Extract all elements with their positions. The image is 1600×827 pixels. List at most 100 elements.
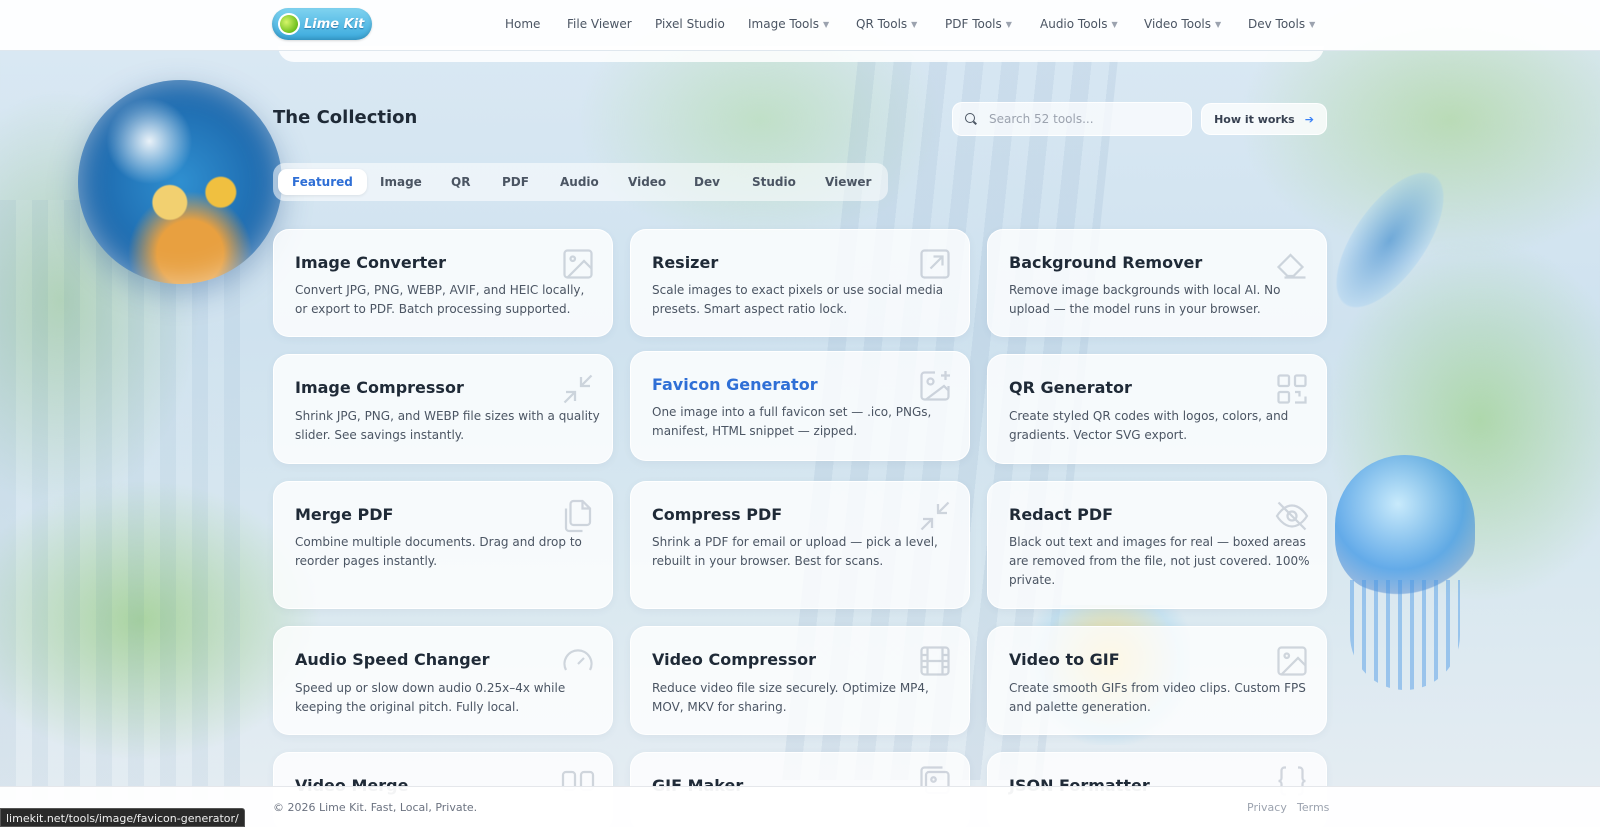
files-icon (560, 498, 596, 534)
tool-card-image-compressor[interactable]: Image Compressor Shrink JPG, PNG, and WE… (273, 354, 613, 464)
how-it-works-label: How it works (1214, 112, 1295, 126)
nav-item-label: Audio Tools (1040, 17, 1108, 31)
brand-logo[interactable]: Lime Kit (272, 8, 372, 40)
chevron-down-icon: ▼ (1215, 19, 1222, 29)
jellyfish-tentacles-illustration (1350, 580, 1460, 690)
nav-item-label: Pixel Studio (655, 17, 725, 31)
top-navbar: Lime Kit Home File Viewer Pixel Studio I… (0, 0, 1600, 51)
footer-link-terms[interactable]: Terms (1297, 801, 1329, 814)
chevron-down-icon: ▼ (1309, 19, 1316, 29)
card-description: Create smooth GIFs from video clips. Cus… (1009, 681, 1306, 714)
tab-dev[interactable]: Dev (680, 169, 734, 195)
nav-item-label: Image Tools (748, 17, 819, 31)
tab-qr[interactable]: QR (437, 169, 484, 195)
image-icon (1274, 643, 1310, 679)
card-description: One image into a full favicon set — .ico… (652, 405, 932, 438)
tab-viewer[interactable]: Viewer (811, 169, 885, 195)
image-plus-icon (917, 368, 953, 404)
tab-featured[interactable]: Featured (278, 169, 367, 195)
card-description: Speed up or slow down audio 0.25x–4x whi… (295, 681, 566, 714)
tab-studio[interactable]: Studio (738, 169, 810, 195)
lime-logo-icon (274, 9, 304, 39)
eraser-icon (1274, 246, 1310, 282)
arrow-right-icon: ➔ (1304, 112, 1314, 126)
nav-item-label: PDF Tools (945, 17, 1002, 31)
card-title: Image Compressor (295, 378, 464, 397)
card-description: Scale images to exact pixels or use soci… (652, 283, 944, 316)
tool-card-audio-speed-changer[interactable]: Audio Speed Changer Speed up or slow dow… (273, 626, 613, 735)
tool-card-compress-pdf[interactable]: Compress PDF Shrink a PDF for email or u… (630, 481, 970, 609)
tab-audio[interactable]: Audio (546, 169, 613, 195)
nav-item-video-tools[interactable]: Video Tools ▼ (1144, 17, 1221, 31)
nav-item-label: QR Tools (856, 17, 908, 31)
tool-card-qr-generator[interactable]: QR Generator Create styled QR codes with… (987, 354, 1327, 464)
nav-item-file-viewer[interactable]: File Viewer (567, 17, 632, 31)
gauge-icon (560, 643, 596, 679)
nav-item-qr-tools[interactable]: QR Tools ▼ (856, 17, 917, 31)
chevron-down-icon: ▼ (822, 19, 830, 29)
card-title: Merge PDF (295, 505, 394, 524)
tab-image[interactable]: Image (366, 169, 436, 195)
card-description: Shrink JPG, PNG, and WEBP file sizes wit… (295, 409, 600, 442)
nav-item-image-tools[interactable]: Image Tools ▼ (748, 17, 829, 31)
nav-item-audio-tools[interactable]: Audio Tools ▼ (1040, 17, 1118, 31)
card-title: Video to GIF (1009, 650, 1120, 669)
chevron-down-icon: ▼ (1005, 19, 1012, 29)
nav-item-pixel-studio[interactable]: Pixel Studio (655, 17, 725, 31)
tool-card-redact-pdf[interactable]: Redact PDF Black out text and images for… (987, 481, 1327, 609)
brand-logo-text: Lime Kit (304, 16, 365, 32)
nav-item-label: Dev Tools (1248, 17, 1306, 31)
nav-item-label: Video Tools (1144, 17, 1211, 31)
card-title: Favicon Generator (652, 375, 818, 394)
chevron-down-icon: ▼ (1111, 19, 1118, 29)
image-icon (560, 246, 596, 282)
card-title: Compress PDF (652, 505, 783, 524)
card-title: QR Generator (1009, 378, 1132, 397)
footer-copyright: © 2026 Lime Kit. Fast, Local, Private. (273, 801, 478, 814)
card-title: Audio Speed Changer (295, 650, 490, 669)
background-building-left (0, 200, 240, 800)
card-description: Black out text and images for real — box… (1009, 535, 1310, 587)
card-description: Remove image backgrounds with local AI. … (1009, 283, 1281, 316)
minimize-icon (560, 371, 596, 407)
tool-card-favicon-generator[interactable]: Favicon Generator One image into a full … (630, 351, 970, 461)
chevron-down-icon: ▼ (911, 19, 918, 29)
card-title: Resizer (652, 253, 719, 272)
eye-off-icon (1274, 498, 1310, 534)
tool-card-background-remover[interactable]: Background Remover Remove image backgrou… (987, 229, 1327, 337)
tab-video[interactable]: Video (614, 169, 680, 195)
tool-card-video-compressor[interactable]: Video Compressor Reduce video file size … (630, 626, 970, 735)
nav-item-label: Home (505, 17, 541, 31)
nav-item-dev-tools[interactable]: Dev Tools ▼ (1248, 17, 1315, 31)
how-it-works-button[interactable]: How it works ➔ (1201, 103, 1327, 135)
tool-card-video-to-gif[interactable]: Video to GIF Create smooth GIFs from vid… (987, 626, 1327, 735)
aquarium-orb-illustration (78, 80, 282, 284)
resize-icon (917, 246, 953, 282)
card-title: Background Remover (1009, 253, 1203, 272)
card-title: Redact PDF (1009, 505, 1114, 524)
jellyfish-illustration (1335, 455, 1475, 595)
search-icon (965, 113, 977, 125)
nav-item-pdf-tools[interactable]: PDF Tools ▼ (945, 17, 1012, 31)
film-icon (917, 643, 953, 679)
search-box[interactable] (952, 102, 1192, 136)
tool-card-resizer[interactable]: Resizer Scale images to exact pixels or … (630, 229, 970, 337)
category-tabs: Featured Image QR PDF Audio Video Dev St… (273, 163, 888, 201)
footer-link-privacy[interactable]: Privacy (1247, 801, 1287, 814)
card-description: Combine multiple documents. Drag and dro… (295, 535, 582, 568)
qr-code-icon (1274, 371, 1310, 407)
tab-pdf[interactable]: PDF (488, 169, 543, 195)
card-title: Image Converter (295, 253, 446, 272)
nav-item-label: File Viewer (567, 17, 632, 31)
card-title: Video Compressor (652, 650, 816, 669)
card-description: Convert JPG, PNG, WEBP, AVIF, and HEIC l… (295, 283, 585, 316)
card-description: Shrink a PDF for email or upload — pick … (652, 535, 938, 568)
page-title: The Collection (273, 107, 418, 128)
card-description: Create styled QR codes with logos, color… (1009, 409, 1289, 442)
search-input[interactable] (989, 112, 1179, 126)
tool-card-image-converter[interactable]: Image Converter Convert JPG, PNG, WEBP, … (273, 229, 613, 337)
tool-card-merge-pdf[interactable]: Merge PDF Combine multiple documents. Dr… (273, 481, 613, 609)
minimize-icon (917, 498, 953, 534)
browser-status-url: limekit.net/tools/image/favicon-generato… (0, 808, 245, 827)
nav-item-home[interactable]: Home (505, 17, 540, 31)
